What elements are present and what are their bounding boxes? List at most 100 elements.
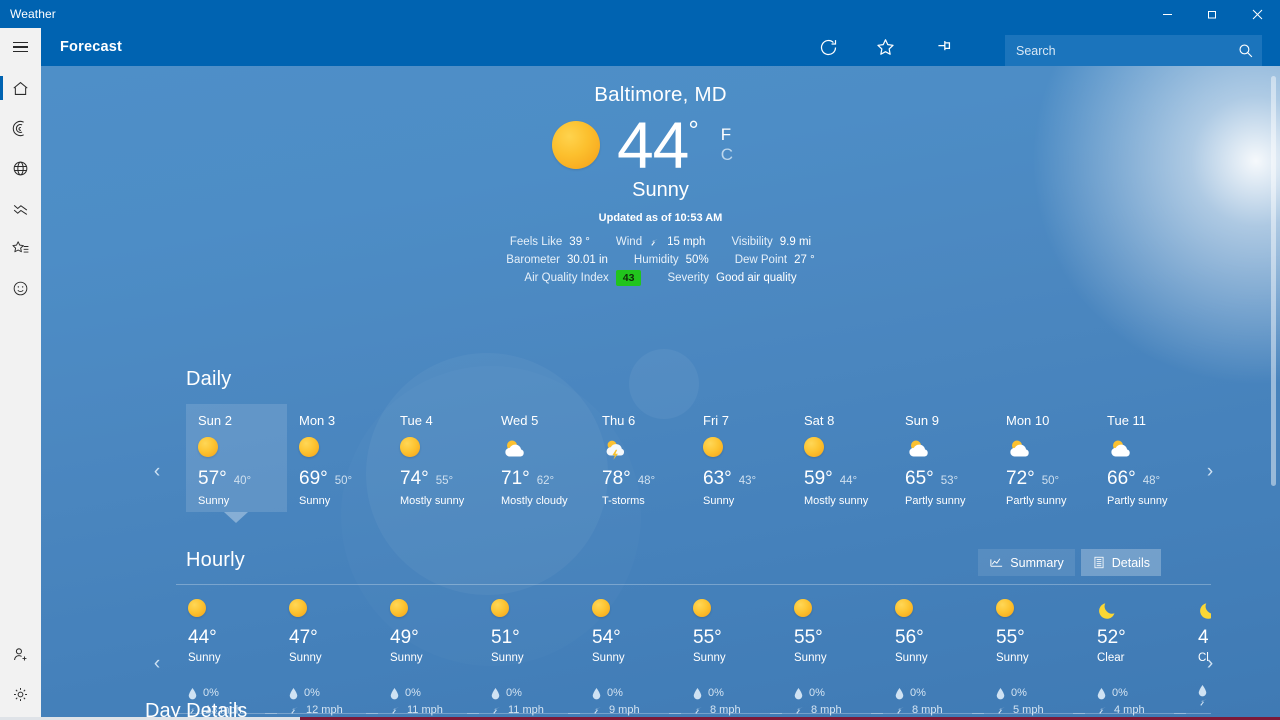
sidebar bbox=[0, 28, 41, 720]
sidebar-item-send-feedback[interactable] bbox=[0, 634, 41, 674]
unit-fahrenheit[interactable]: F bbox=[721, 125, 731, 145]
sidebar-item-world-weather[interactable] bbox=[0, 148, 41, 188]
daily-next-button[interactable]: › bbox=[1199, 404, 1221, 539]
app-title: Weather bbox=[10, 7, 56, 21]
water-drop-icon bbox=[491, 687, 500, 700]
daily-card[interactable]: Mon 3 69° 50° Sunny bbox=[287, 404, 388, 512]
pin-button[interactable] bbox=[914, 28, 971, 66]
detail-label: Dew Point bbox=[734, 254, 788, 266]
hourly-column[interactable]: 55°Sunny0%8 mph5 pm bbox=[770, 585, 883, 720]
detail-value: 27 ° bbox=[794, 254, 815, 266]
hourly-column[interactable]: 47°Sunny0%12 mph12 pm bbox=[265, 585, 378, 720]
daily-card-day: Mon 3 bbox=[299, 413, 336, 428]
thunderstorm-icon bbox=[602, 437, 691, 461]
hourly-precip: 0% bbox=[996, 685, 1085, 702]
water-drop-icon bbox=[1097, 687, 1106, 700]
hourly-precip: 0% bbox=[895, 685, 984, 702]
restore-button[interactable] bbox=[1190, 0, 1235, 28]
window-controls bbox=[1145, 0, 1280, 28]
hourly-caption: Sunny bbox=[491, 652, 524, 664]
daily-card-temps: 69° 50° bbox=[299, 468, 388, 490]
hourly-precip: 0% bbox=[794, 685, 883, 702]
partly-cloudy-icon bbox=[1107, 437, 1196, 461]
minimize-button[interactable] bbox=[1145, 0, 1190, 28]
detail-label: Wind bbox=[615, 236, 643, 248]
detail-value: 50% bbox=[685, 254, 709, 266]
daily-card-track: Sun 2 57° 40° Sunny Mon 3 69° 50° Sunny Tue 4 74°… bbox=[186, 404, 1221, 539]
daily-card-low: 50° bbox=[1041, 475, 1060, 487]
hourly-summary-tab[interactable]: Summary bbox=[978, 549, 1075, 576]
daily-card[interactable]: Mon 10 72° 50° Partly sunny bbox=[994, 404, 1095, 512]
hourly-caption: Sunny bbox=[895, 652, 928, 664]
hourly-temperature: 54° bbox=[592, 627, 621, 648]
sunny-icon bbox=[188, 599, 277, 621]
unit-celsius[interactable]: C bbox=[721, 145, 733, 165]
sidebar-item-favorites[interactable] bbox=[0, 228, 41, 268]
hourly-precip-value: 0% bbox=[405, 687, 421, 699]
daily-card[interactable]: Tue 4 74° 55° Mostly sunny bbox=[388, 404, 489, 512]
hourly-column[interactable]: 55°Sunny0%8 mph4 pm bbox=[669, 585, 782, 720]
daily-card-high: 78° bbox=[602, 468, 631, 489]
sunny-icon bbox=[551, 121, 600, 169]
daily-card[interactable]: Fri 7 63° 43° Sunny bbox=[691, 404, 792, 512]
close-button[interactable] bbox=[1235, 0, 1280, 28]
detail-row-1: Feels Like 39 ° Wind 15 mph Visibility 9… bbox=[41, 233, 1280, 251]
daily-card[interactable]: Sun 9 65° 53° Partly sunny bbox=[893, 404, 994, 512]
daily-card[interactable]: Tue 11 66° 48° Partly sunny bbox=[1095, 404, 1196, 512]
search-box[interactable] bbox=[1005, 35, 1262, 66]
daily-card[interactable]: Wed 5 71° 62° Mostly cloudy bbox=[489, 404, 590, 512]
sunny-icon bbox=[592, 599, 681, 621]
hourly-forecast: Summary Details ‹ 44°Sunny0%13 mph11 am4… bbox=[146, 549, 1221, 720]
search-input[interactable] bbox=[1005, 43, 1228, 58]
hourly-column[interactable]: 56°Sunny0%8 mph6 pm bbox=[871, 585, 984, 720]
daily-card-day: Sat 8 bbox=[804, 413, 835, 428]
refresh-button[interactable] bbox=[800, 28, 857, 66]
daily-card-high: 66° bbox=[1107, 468, 1136, 489]
detail-label: Severity bbox=[667, 272, 710, 284]
daily-card[interactable]: Sun 2 57° 40° Sunny bbox=[186, 404, 287, 523]
detail-wind: Wind 15 mph bbox=[616, 233, 706, 251]
hourly-column[interactable]: 51°Sunny0%11 mph2 pm bbox=[467, 585, 580, 720]
hourly-precip-value: 0% bbox=[910, 687, 926, 699]
sidebar-item-maps[interactable] bbox=[0, 108, 41, 148]
daily-card-caption: T-storms bbox=[602, 495, 645, 507]
search-icon[interactable] bbox=[1228, 42, 1262, 59]
hourly-column[interactable]: 54°Sunny0%9 mph3 pm bbox=[568, 585, 681, 720]
favorite-star-button[interactable] bbox=[857, 28, 914, 66]
hourly-prev-button[interactable]: ‹ bbox=[146, 574, 168, 720]
hourly-column[interactable]: 52°Clear0%4 mph8 pm bbox=[1073, 585, 1186, 720]
sidebar-item-forecast[interactable] bbox=[0, 68, 41, 108]
sidebar-item-news[interactable] bbox=[0, 268, 41, 308]
detail-label: Barometer bbox=[506, 254, 560, 266]
scrollbar-thumb[interactable] bbox=[1271, 76, 1276, 486]
hourly-column[interactable]: 49°Sunny0%11 mph1 pm bbox=[366, 585, 479, 720]
daily-prev-button[interactable]: ‹ bbox=[146, 404, 168, 539]
hourly-details-tab[interactable]: Details bbox=[1080, 549, 1161, 576]
hourly-column[interactable]: 55°Sunny0%5 mph7 pm bbox=[972, 585, 1085, 720]
hourly-next-button[interactable]: › bbox=[1199, 574, 1221, 720]
hourly-caption: Sunny bbox=[390, 652, 423, 664]
current-location: Baltimore, MD bbox=[594, 83, 727, 106]
water-drop-icon bbox=[794, 687, 803, 700]
hourly-summary-label: Summary bbox=[1010, 555, 1064, 570]
wind-direction-icon bbox=[289, 705, 300, 716]
daily-card[interactable]: Thu 6 78° 48° T-storms bbox=[590, 404, 691, 512]
command-bar: Forecast bbox=[0, 28, 1280, 66]
hourly-caption: Clear bbox=[1097, 652, 1125, 664]
vertical-scrollbar[interactable] bbox=[1271, 76, 1276, 486]
sunny-icon bbox=[400, 437, 489, 461]
daily-card-temps: 72° 50° bbox=[1006, 468, 1095, 490]
unit-toggle[interactable]: F C bbox=[721, 125, 733, 164]
daily-card-day: Tue 11 bbox=[1107, 413, 1147, 428]
daily-card[interactable]: Sat 8 59° 44° Mostly sunny bbox=[792, 404, 893, 512]
sidebar-item-settings[interactable] bbox=[0, 674, 41, 714]
hourly-precip: 0% bbox=[693, 685, 782, 702]
daily-card-low: 48° bbox=[1142, 475, 1161, 487]
daily-card-high: 59° bbox=[804, 468, 833, 489]
detail-value: 9.9 mi bbox=[779, 236, 812, 248]
hamburger-menu-button[interactable] bbox=[0, 28, 41, 66]
daily-card-temps: 59° 44° bbox=[804, 468, 893, 490]
daily-card-low: 55° bbox=[435, 475, 454, 487]
daily-card-low: 50° bbox=[334, 475, 353, 487]
sidebar-item-historical-weather[interactable] bbox=[0, 188, 41, 228]
